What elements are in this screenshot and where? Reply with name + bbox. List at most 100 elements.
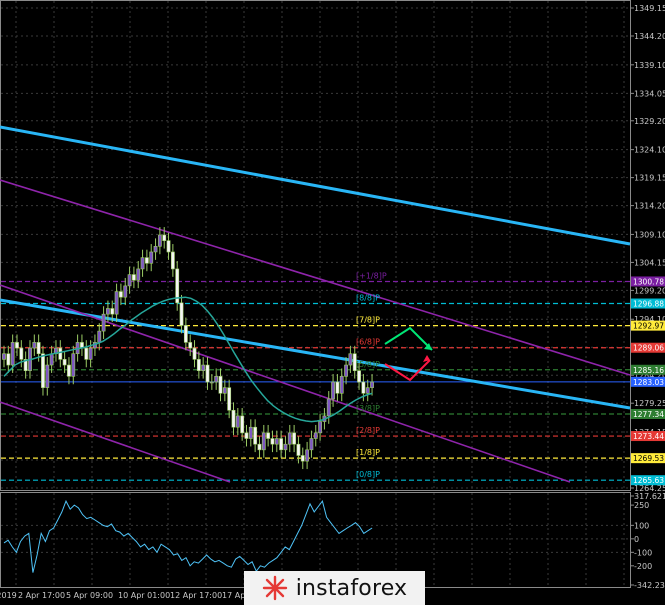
- murrey-level-label: [8/8]P: [356, 294, 380, 303]
- indicator-tick-label: 0: [634, 535, 639, 544]
- price-tick-label: 1279.25: [634, 399, 665, 408]
- price-tag-label: 1300.78: [633, 277, 664, 286]
- time-axis: Apr 20192 Apr 17:005 Apr 09:00 10 Apr 01:…: [0, 591, 249, 600]
- candle-body: [339, 376, 344, 394]
- candle-body: [88, 347, 93, 360]
- candle-body: [292, 432, 297, 445]
- price-tag-label: 1273.44: [633, 432, 664, 441]
- candle-body: [196, 359, 201, 371]
- candle-body: [123, 285, 128, 298]
- murrey-level-label: [+1/8]P: [356, 271, 387, 280]
- candle-body: [257, 443, 262, 451]
- murrey-level-label: [1/8]P: [356, 448, 380, 457]
- price-tag-label: 1277.34: [633, 410, 664, 419]
- cci-line: [3, 499, 373, 573]
- candle-body: [67, 364, 71, 377]
- murrey-level-label: [0/8]P: [356, 470, 380, 479]
- murrey-level-label: [2/8]P: [356, 426, 380, 435]
- price-tick-label: 1314.20: [634, 202, 665, 211]
- candle-body: [114, 291, 119, 315]
- price-tags: 1300.78 1296.88 1292.97 1289.06 1285.16 1283.…: [631, 276, 665, 486]
- price-tick-label: 1299.20: [634, 286, 665, 295]
- candle-body: [266, 432, 271, 439]
- candle-body: [205, 364, 210, 383]
- candle-body: [183, 325, 188, 343]
- candle-body: [144, 257, 149, 264]
- price-tag-label: 1289.06: [633, 344, 664, 353]
- main-panel-frame: [0, 0, 631, 491]
- price-tag-label: 1292.97: [633, 322, 664, 331]
- watermark-brand-text: instaforex: [295, 575, 408, 601]
- candle-body: [6, 353, 11, 366]
- murrey-level-label: [5/8]P: [356, 360, 380, 369]
- candle-body: [279, 438, 284, 451]
- candle-body: [49, 353, 54, 366]
- candle-body: [283, 443, 288, 451]
- indicator-tick-label: 250: [634, 501, 649, 510]
- price-tick-label: 1329.20: [634, 117, 665, 126]
- candle-body: [270, 438, 275, 445]
- candle-body: [227, 387, 232, 411]
- indicator-tick-label: 317.6217: [634, 492, 665, 501]
- candle-body: [188, 342, 193, 349]
- candle-body: [218, 376, 223, 394]
- candle-body: [344, 364, 348, 377]
- trend-lines: [0, 125, 631, 483]
- murrey-level-label: [7/8]P: [356, 316, 380, 325]
- candle-body: [231, 409, 236, 428]
- candle-body: [192, 347, 197, 360]
- candle-body: [361, 381, 366, 394]
- candle-body: [71, 353, 76, 377]
- candle-body: [370, 381, 374, 388]
- candle-body: [357, 370, 361, 383]
- candle-body: [214, 376, 219, 383]
- candle-body: [300, 455, 305, 462]
- time-tick-label: 5 Apr 09:00: [66, 591, 113, 600]
- candle-body: [326, 398, 331, 417]
- upper-channel-line: [0, 125, 631, 246]
- candle-body: [335, 381, 340, 394]
- candle-body: [106, 308, 110, 315]
- price-tag-label: 1285.16: [633, 366, 664, 375]
- candle-body: [36, 342, 41, 355]
- candle-body: [162, 234, 167, 241]
- candle-body: [253, 426, 258, 445]
- price-tick-label: 1324.10: [634, 146, 665, 155]
- candle-body: [2, 353, 6, 360]
- instaforex-logo-icon: [262, 575, 287, 601]
- instaforex-watermark: instaforex: [244, 571, 425, 605]
- candle-body: [62, 359, 67, 366]
- murrey-level-label: [6/8]P: [356, 338, 380, 347]
- murrey-level-label: [3/8]P: [356, 404, 380, 413]
- candle-body: [179, 302, 184, 326]
- price-tick-label: 1304.15: [634, 258, 665, 267]
- candle-body: [97, 330, 102, 343]
- price-tick-label: 1319.15: [634, 174, 665, 183]
- candle-body: [201, 364, 206, 371]
- price-tick-label: 1309.10: [634, 230, 665, 239]
- candle-body: [309, 438, 314, 451]
- bullish-forecast-arrow: [384, 326, 433, 351]
- time-tick-label: Apr 2019: [0, 591, 17, 600]
- candle-body: [45, 364, 50, 388]
- candle-body: [331, 381, 335, 400]
- candle-body: [274, 438, 279, 445]
- candle-body: [305, 449, 310, 462]
- price-tick-label: 1344.20: [634, 32, 665, 41]
- indicator-tick-label: -342.2335: [634, 581, 665, 590]
- candle-body: [101, 313, 106, 332]
- candle-body: [261, 432, 266, 451]
- candle-body: [84, 347, 89, 360]
- time-tick-label: 2 Apr 17:00: [18, 591, 65, 600]
- price-tag-label: 1283.03: [633, 378, 664, 387]
- candle-body: [132, 274, 136, 281]
- murrey-levels: [1, 280, 630, 481]
- time-tick-label: 12 Apr 17:00: [170, 591, 222, 600]
- candle-body: [149, 251, 154, 264]
- candle-body: [110, 308, 115, 315]
- price-tag-label: 1265.63: [633, 476, 664, 485]
- candle-body: [348, 353, 353, 366]
- candle-body: [119, 291, 123, 298]
- candle-body: [153, 246, 158, 253]
- indicator-tick-label: 100: [634, 521, 649, 530]
